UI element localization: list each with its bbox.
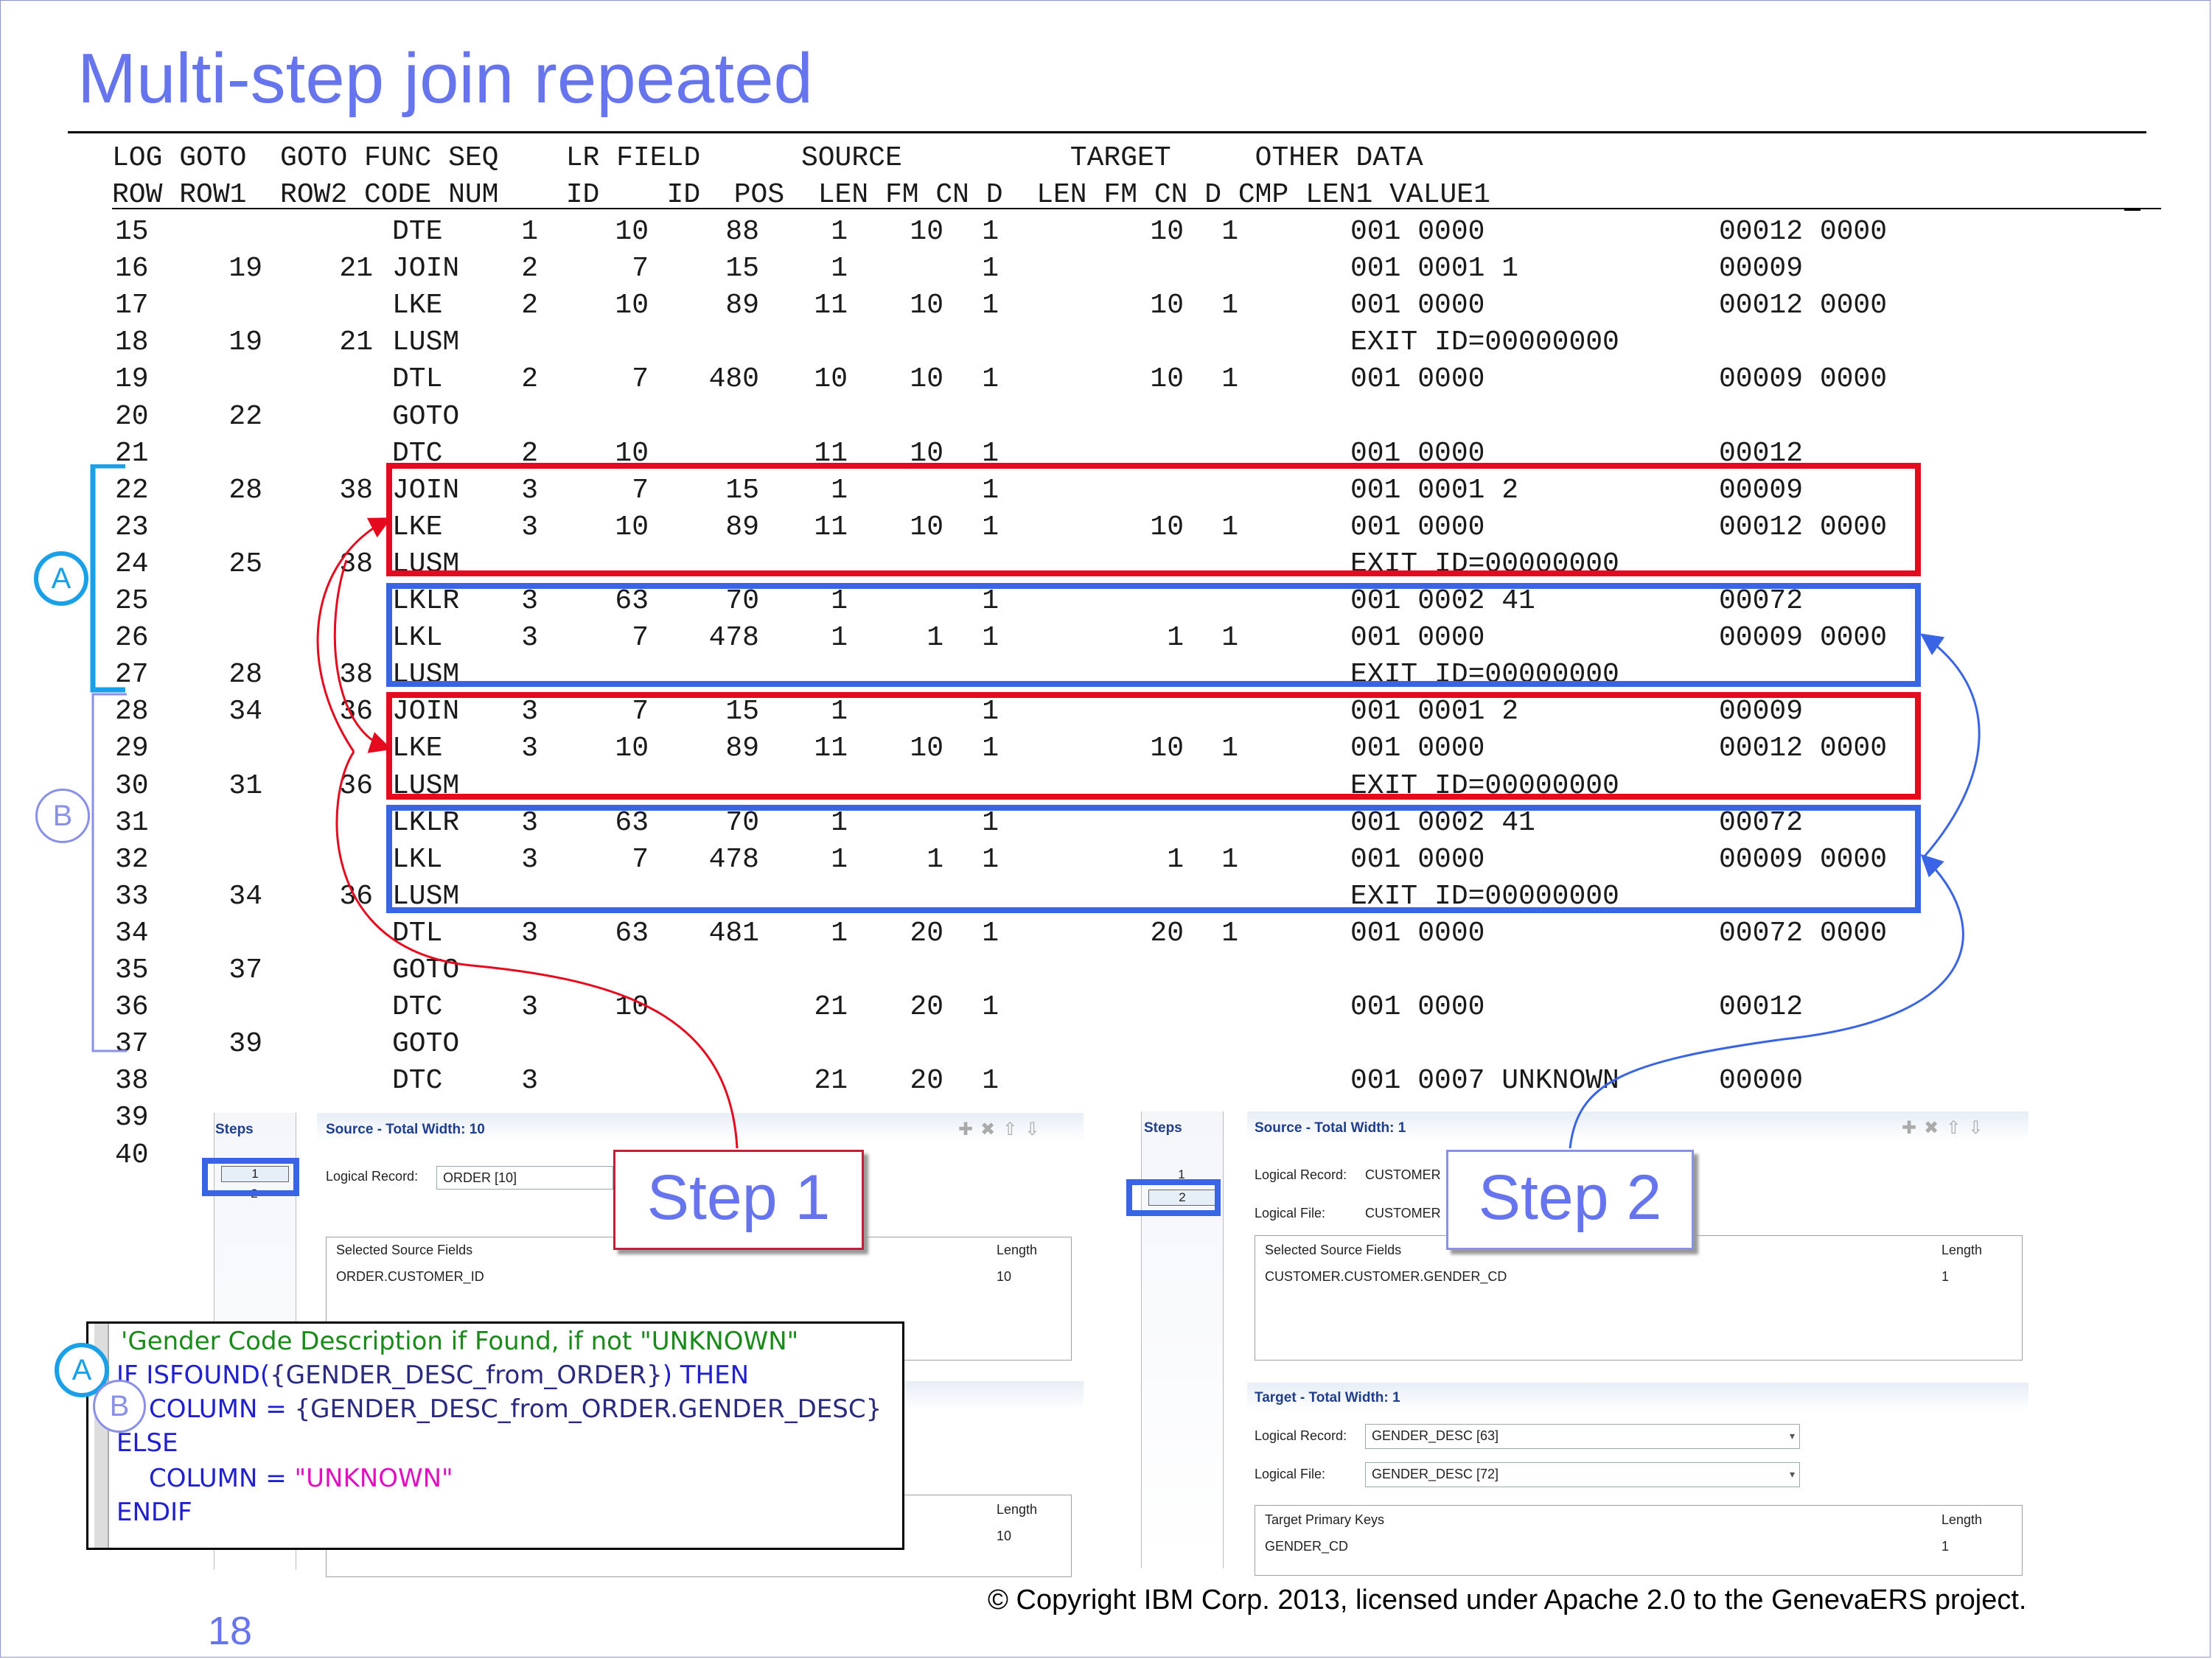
code-marker-b-label: B (109, 1390, 130, 1422)
code-marker-b-circle: B (93, 1380, 146, 1433)
code-column2-keyword: COLUMN = (149, 1464, 295, 1493)
code-unknown-string: "UNKNOWN" (294, 1464, 453, 1493)
code-column-ref: {GENDER_DESC_from_ORDER.GENDER_DESC} (294, 1394, 882, 1424)
code-if-then: ) THEN (662, 1361, 750, 1390)
code-line-else: ELSE (116, 1428, 178, 1458)
code-marker-a-label: A (71, 1354, 92, 1386)
red-arrow-to-row29 (333, 559, 392, 753)
code-column-keyword: COLUMN = (149, 1394, 295, 1424)
copyright-footer: © Copyright IBM Corp. 2013, licensed und… (988, 1585, 2027, 1616)
code-if-ref: {GENDER_DESC_from_ORDER} (270, 1361, 663, 1390)
formula-code-box: 'Gender Code Description if Found, if no… (86, 1321, 904, 1550)
code-if-keyword: IF ISFOUND( (116, 1361, 271, 1390)
code-line-column-unknown: COLUMN = "UNKNOWN" (149, 1464, 453, 1493)
red-arrow-step1-to-row23 (335, 751, 739, 1149)
code-line-column: COLUMN = {GENDER_DESC_from_ORDER.GENDER_… (149, 1394, 882, 1424)
blue-arrow-to-row26 (1920, 633, 1981, 858)
code-line-endif: ENDIF (116, 1498, 192, 1527)
code-line-comment: 'Gender Code Description if Found, if no… (121, 1327, 799, 1356)
page-number: 18 (208, 1609, 253, 1653)
blue-arrow-step2-to-row32 (1569, 853, 1964, 1149)
code-line-if: IF ISFOUND({GENDER_DESC_from_ORDER}) THE… (116, 1361, 749, 1390)
